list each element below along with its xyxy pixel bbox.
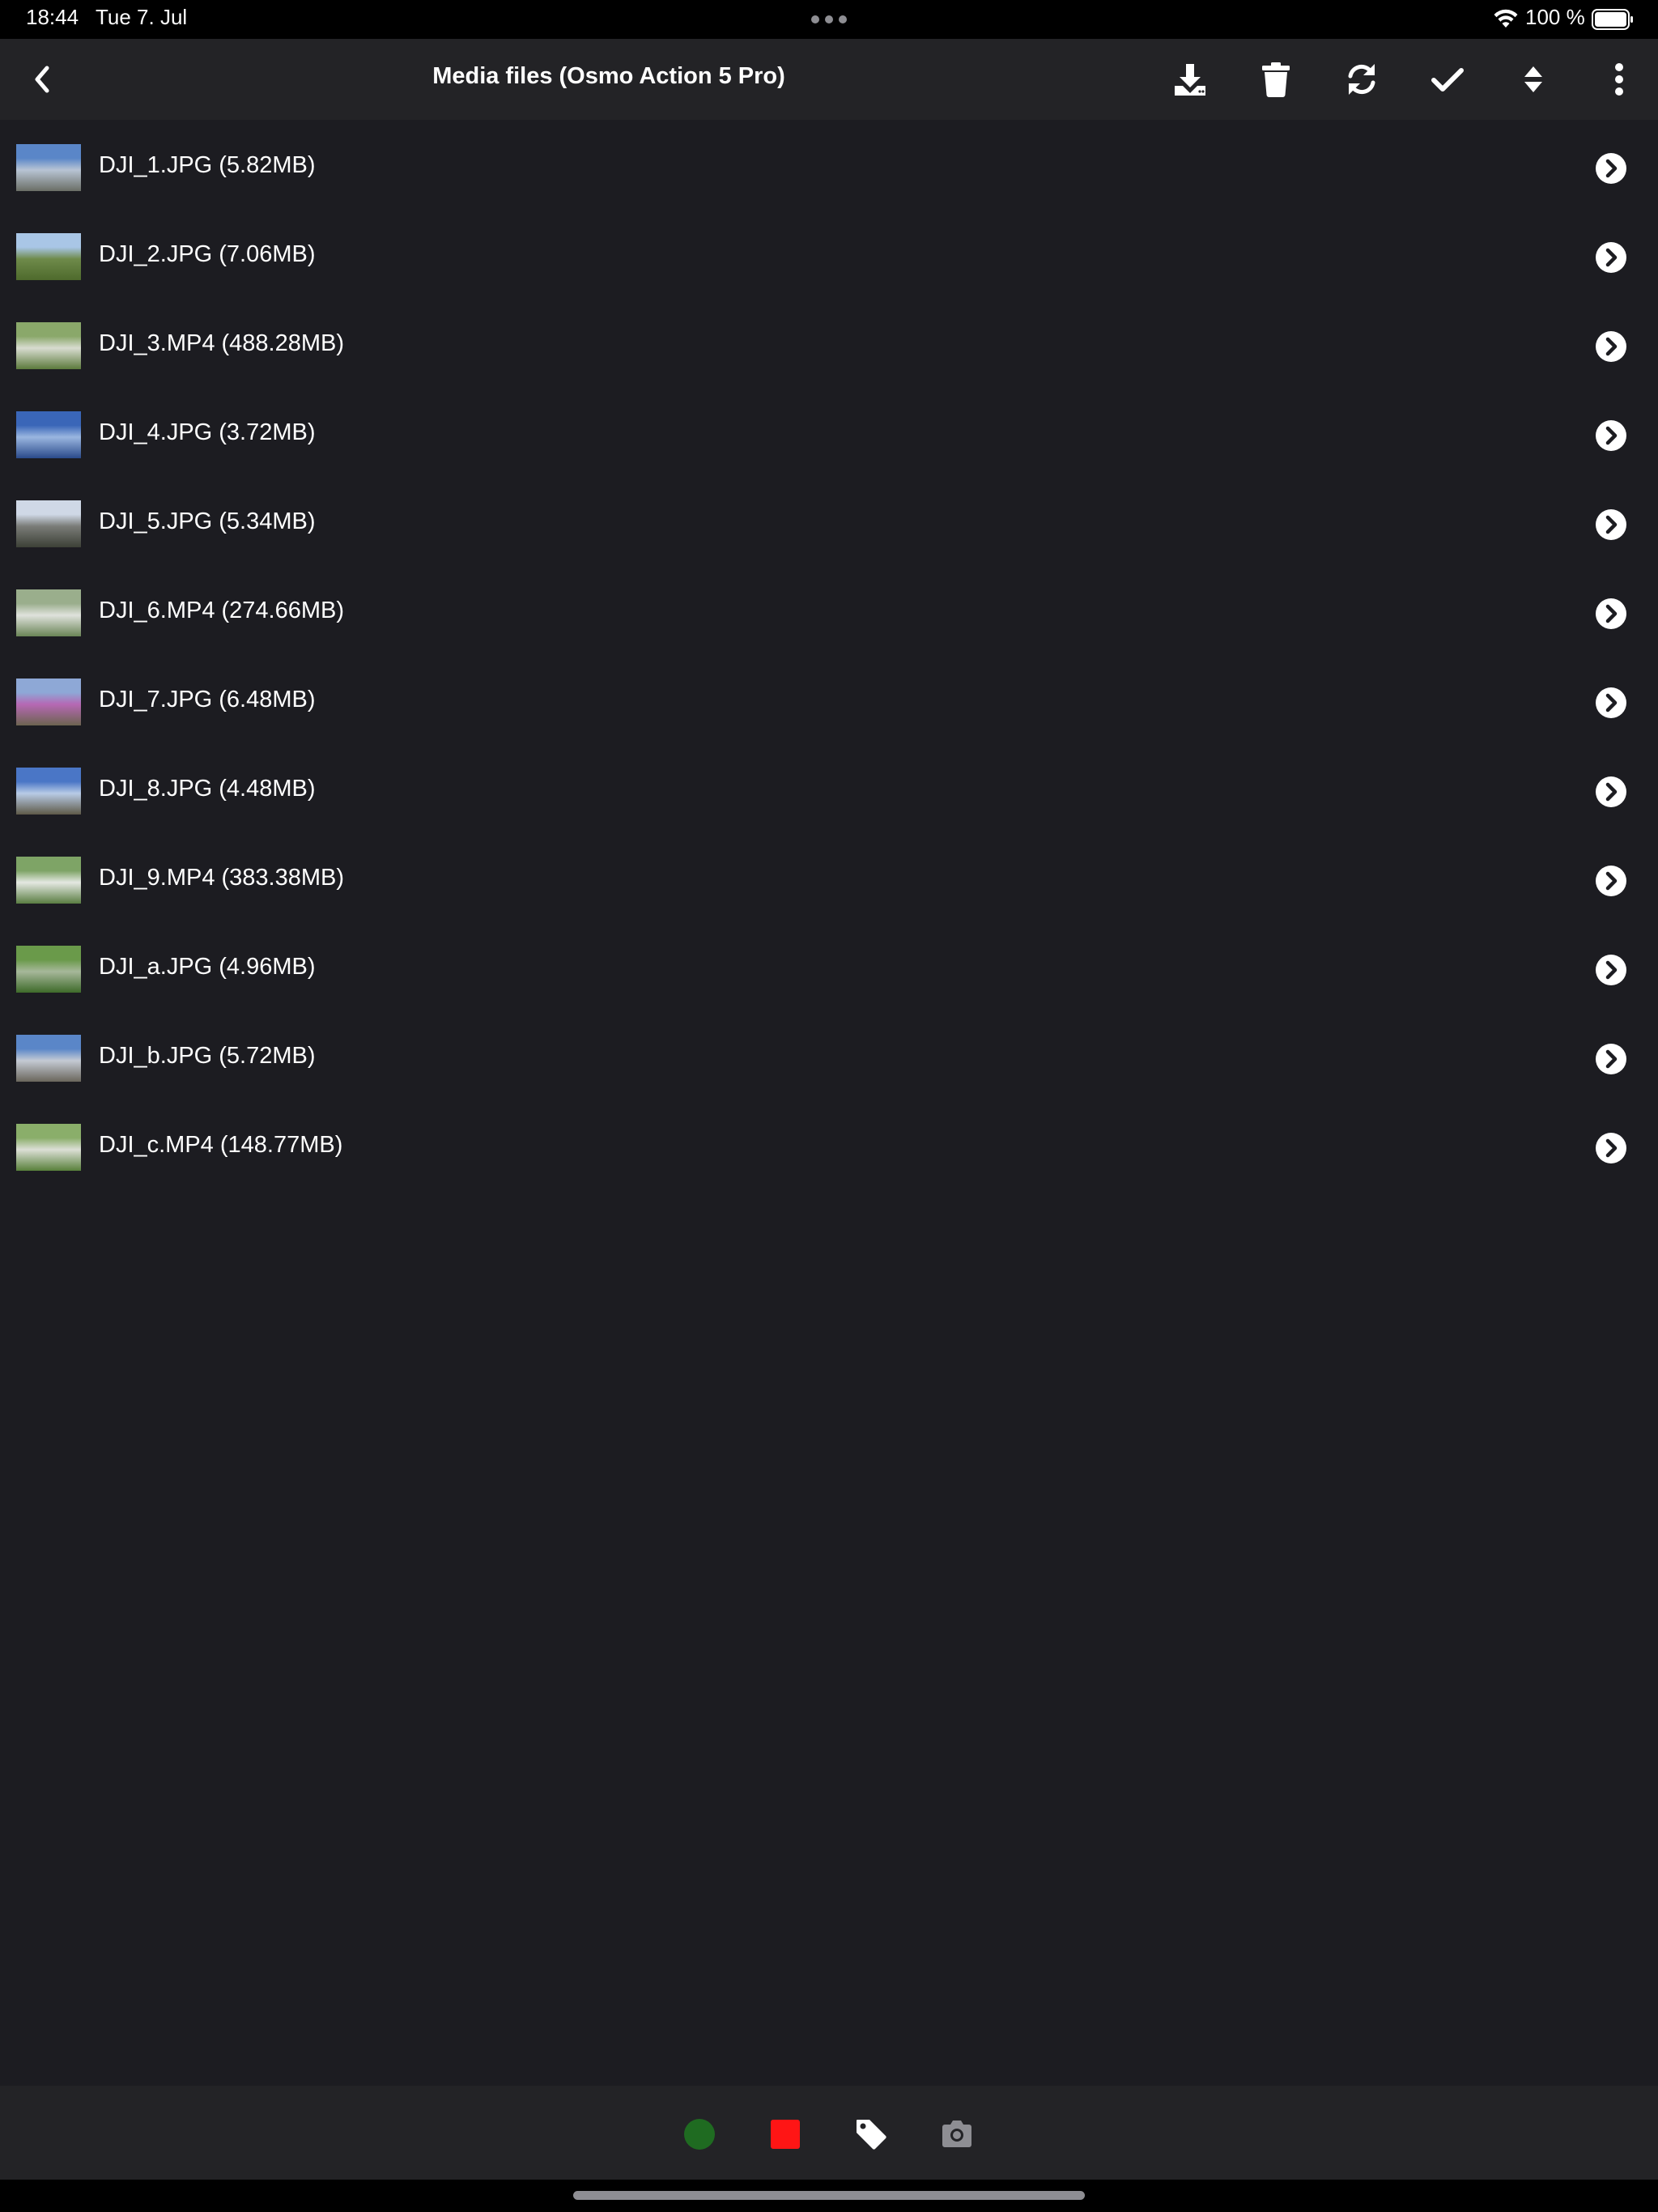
file-row[interactable]: DJI_8.JPG (4.48MB) <box>0 745 1658 834</box>
file-label: DJI_2.JPG (7.06MB) <box>99 241 316 267</box>
chevron-circle-right-icon[interactable] <box>1595 508 1627 541</box>
chevron-circle-right-icon[interactable] <box>1595 865 1627 897</box>
file-row[interactable]: DJI_2.JPG (7.06MB) <box>0 211 1658 300</box>
file-label: DJI_8.JPG (4.48MB) <box>99 776 316 802</box>
file-thumbnail <box>16 589 81 636</box>
file-row[interactable]: DJI_1.JPG (5.82MB) <box>0 121 1658 211</box>
file-row[interactable]: DJI_a.JPG (4.96MB) <box>0 923 1658 1012</box>
page-title: Media files (Osmo Action 5 Pro) <box>432 63 785 89</box>
delete-button[interactable] <box>1253 57 1299 102</box>
back-button[interactable] <box>21 58 63 100</box>
file-thumbnail <box>16 233 81 280</box>
checkmark-icon <box>1431 68 1464 91</box>
chevron-circle-right-icon[interactable] <box>1595 1043 1627 1075</box>
status-date: Tue 7. Jul <box>96 5 188 29</box>
file-label: DJI_7.JPG (6.48MB) <box>99 687 316 713</box>
file-label: DJI_a.JPG (4.96MB) <box>99 954 316 980</box>
file-row[interactable]: DJI_c.MP4 (148.77MB) <box>0 1101 1658 1190</box>
file-label: DJI_c.MP4 (148.77MB) <box>99 1132 343 1158</box>
file-thumbnail <box>16 678 81 725</box>
chevron-circle-right-icon[interactable] <box>1595 241 1627 274</box>
file-row[interactable]: DJI_6.MP4 (274.66MB) <box>0 567 1658 656</box>
media-file-list: DJI_1.JPG (5.82MB) DJI_2.JPG (7.06MB) DJI_… <box>0 121 1658 1190</box>
select-button[interactable] <box>1425 57 1470 102</box>
file-thumbnail <box>16 857 81 904</box>
file-thumbnail <box>16 322 81 369</box>
file-label: DJI_1.JPG (5.82MB) <box>99 152 316 178</box>
file-label: DJI_4.JPG (3.72MB) <box>99 419 316 445</box>
wifi-icon <box>1494 9 1518 28</box>
file-thumbnail <box>16 144 81 191</box>
more-vertical-icon <box>1615 63 1623 96</box>
chevron-circle-right-icon[interactable] <box>1595 330 1627 363</box>
sort-icon <box>1524 66 1542 92</box>
trash-icon <box>1262 62 1290 97</box>
record-status-button[interactable] <box>682 2116 717 2152</box>
file-thumbnail <box>16 500 81 547</box>
chevron-circle-right-icon[interactable] <box>1595 687 1627 719</box>
home-indicator[interactable] <box>573 2191 1085 2200</box>
status-bar: 18:44 Tue 7. Jul 100 % <box>0 0 1658 39</box>
file-row[interactable]: DJI_3.MP4 (488.28MB) <box>0 300 1658 389</box>
stop-button[interactable] <box>767 2116 803 2152</box>
download-icon <box>1175 64 1205 96</box>
multitasking-dots-icon[interactable] <box>811 15 847 23</box>
sort-button[interactable] <box>1511 57 1556 102</box>
download-button[interactable] <box>1167 57 1213 102</box>
camera-icon <box>942 2121 971 2147</box>
status-time: 18:44 <box>26 5 79 29</box>
record-status-icon <box>684 2119 715 2150</box>
camera-button[interactable] <box>939 2116 975 2152</box>
tag-button[interactable] <box>853 2116 889 2152</box>
file-thumbnail <box>16 1035 81 1082</box>
battery-full-icon <box>1592 9 1633 30</box>
more-button[interactable] <box>1596 57 1642 102</box>
tag-icon <box>857 2120 886 2150</box>
refresh-icon <box>1348 64 1375 95</box>
file-row[interactable]: DJI_9.MP4 (383.38MB) <box>0 834 1658 923</box>
file-thumbnail <box>16 768 81 815</box>
file-label: DJI_3.MP4 (488.28MB) <box>99 330 345 356</box>
chevron-circle-right-icon[interactable] <box>1595 954 1627 986</box>
chevron-circle-right-icon[interactable] <box>1595 776 1627 808</box>
chevron-circle-right-icon[interactable] <box>1595 152 1627 185</box>
file-row[interactable]: DJI_5.JPG (5.34MB) <box>0 478 1658 567</box>
file-label: DJI_6.MP4 (274.66MB) <box>99 598 345 623</box>
file-label: DJI_9.MP4 (383.38MB) <box>99 865 345 891</box>
file-label: DJI_5.JPG (5.34MB) <box>99 508 316 534</box>
toolbar: Media files (Osmo Action 5 Pro) <box>0 39 1658 120</box>
battery-percentage: 100 % <box>1525 5 1585 29</box>
bottom-bar <box>0 2086 1658 2180</box>
file-row[interactable]: DJI_b.JPG (5.72MB) <box>0 1012 1658 1101</box>
chevron-left-icon <box>35 66 49 93</box>
file-row[interactable]: DJI_4.JPG (3.72MB) <box>0 389 1658 478</box>
file-thumbnail <box>16 946 81 993</box>
chevron-circle-right-icon[interactable] <box>1595 598 1627 630</box>
refresh-button[interactable] <box>1339 57 1384 102</box>
file-row[interactable]: DJI_7.JPG (6.48MB) <box>0 656 1658 745</box>
file-thumbnail <box>16 1124 81 1171</box>
file-thumbnail <box>16 411 81 458</box>
file-label: DJI_b.JPG (5.72MB) <box>99 1043 316 1069</box>
home-indicator-area <box>0 2180 1658 2212</box>
stop-icon <box>771 2120 800 2149</box>
chevron-circle-right-icon[interactable] <box>1595 419 1627 452</box>
app-root: 18:44 Tue 7. Jul 100 % Media files (Osmo… <box>0 0 1658 2212</box>
chevron-circle-right-icon[interactable] <box>1595 1132 1627 1164</box>
